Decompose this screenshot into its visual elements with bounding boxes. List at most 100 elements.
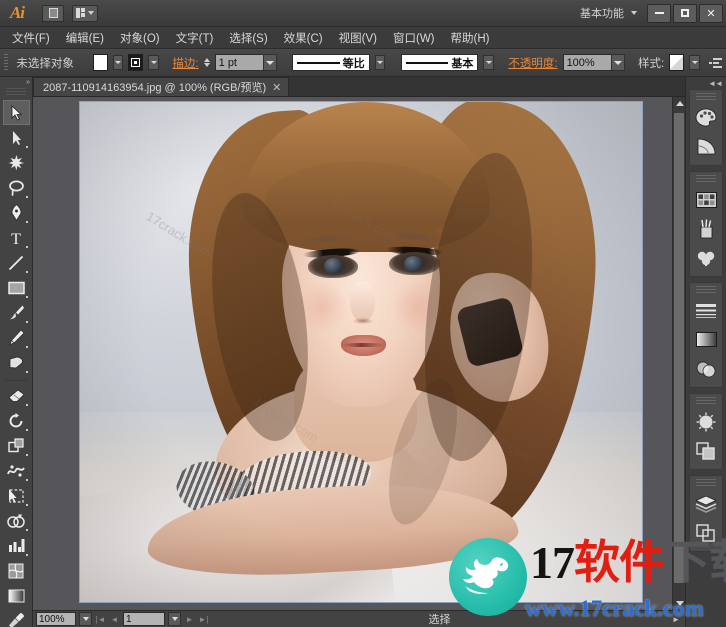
panel-group-grip[interactable] <box>696 93 716 100</box>
opacity-label[interactable]: 不透明度: <box>508 55 557 71</box>
chevron-down-icon[interactable] <box>610 54 625 71</box>
dock-expand-button[interactable]: ◄◄ <box>686 77 726 89</box>
menu-edit[interactable]: 编辑(E) <box>58 28 112 48</box>
blob-brush-tool[interactable] <box>3 350 30 375</box>
pencil-tool[interactable] <box>3 325 30 350</box>
brush-definition-preview[interactable]: 基本 <box>400 54 479 71</box>
rotate-tool[interactable] <box>3 408 30 433</box>
lasso-tool[interactable] <box>3 175 30 200</box>
color-guide-panel-icon[interactable] <box>692 133 721 160</box>
stroke-weight-stepper[interactable] <box>203 58 210 67</box>
width-warp-tool[interactable] <box>3 458 30 483</box>
pen-tool[interactable] <box>3 200 30 225</box>
transparency-panel-icon[interactable] <box>692 355 721 382</box>
panel-group-grip[interactable] <box>696 286 716 293</box>
tools-collapse-button[interactable]: » <box>0 77 32 88</box>
align-panel-icon[interactable] <box>708 57 722 68</box>
column-graph-tool[interactable] <box>3 533 30 558</box>
brush-definition-label: 基本 <box>451 57 474 70</box>
color-panel-icon[interactable] <box>692 104 721 131</box>
brushes-panel-icon[interactable] <box>692 215 721 242</box>
panel-group-grip[interactable] <box>696 479 716 486</box>
minimize-button[interactable] <box>647 3 671 23</box>
free-transform-tool[interactable] <box>3 483 30 508</box>
graphic-style-swatch[interactable] <box>669 54 685 71</box>
artboards-panel-icon[interactable] <box>692 519 721 546</box>
previous-artboard-button[interactable]: ◄ <box>109 612 120 626</box>
rectangle-tool[interactable] <box>3 275 30 300</box>
last-artboard-button[interactable]: ►| <box>198 612 209 626</box>
appearance-panel-icon[interactable] <box>692 408 721 435</box>
brush-definition-dropdown[interactable] <box>483 55 495 70</box>
menu-object[interactable]: 对象(O) <box>112 28 168 48</box>
opacity-value[interactable]: 100% <box>562 54 611 71</box>
close-button[interactable]: ✕ <box>699 3 723 23</box>
panel-dock: ◄◄ <box>685 77 726 627</box>
close-icon[interactable]: ✕ <box>272 81 281 94</box>
zoom-level-input[interactable]: 100% <box>36 612 76 626</box>
stroke-profile-label: 等比 <box>342 57 365 70</box>
menu-select[interactable]: 选择(S) <box>221 28 275 48</box>
shape-builder-tool[interactable] <box>3 508 30 533</box>
direct-selection-tool[interactable] <box>3 125 30 150</box>
document-tab[interactable]: 2087-110914163954.jpg @ 100% (RGB/预览) ✕ <box>33 77 290 96</box>
stroke-weight-label[interactable]: 描边: <box>172 55 198 71</box>
stroke-panel-icon[interactable] <box>692 297 721 324</box>
status-menu-button[interactable]: ► <box>670 615 682 624</box>
artboard-number-input[interactable]: 1 <box>123 612 165 626</box>
line-segment-tool[interactable] <box>3 250 30 275</box>
panel-group-grip[interactable] <box>696 175 716 182</box>
scrollbar-thumb[interactable] <box>674 113 684 583</box>
canvas-vertical-scrollbar[interactable] <box>672 97 685 610</box>
artboard-dropdown[interactable] <box>168 612 181 626</box>
stroke-dropdown[interactable] <box>148 55 159 70</box>
magic-wand-tool[interactable] <box>3 150 30 175</box>
stroke-weight-value[interactable]: 1 pt <box>214 54 263 71</box>
tools-panel-titlebar[interactable] <box>6 88 26 97</box>
paintbrush-tool[interactable] <box>3 300 30 325</box>
menu-view[interactable]: 视图(V) <box>331 28 385 48</box>
zoom-dropdown[interactable] <box>79 612 92 626</box>
stroke-weight-combo[interactable]: 1 pt <box>214 54 277 71</box>
eraser-tool[interactable] <box>3 383 30 408</box>
menu-window[interactable]: 窗口(W) <box>385 28 443 48</box>
stroke-profile-dropdown[interactable] <box>374 55 386 70</box>
menu-type[interactable]: 文字(T) <box>168 28 222 48</box>
graphic-style-dropdown[interactable] <box>689 55 700 70</box>
menu-effect[interactable]: 效果(C) <box>276 28 331 48</box>
opacity-combo[interactable]: 100% <box>562 54 625 71</box>
mesh-tool[interactable] <box>3 558 30 583</box>
go-to-bridge-button[interactable] <box>42 4 64 22</box>
scale-tool[interactable] <box>3 433 30 458</box>
panel-group-grip[interactable] <box>696 397 716 404</box>
maximize-button[interactable] <box>673 3 697 23</box>
menu-help[interactable]: 帮助(H) <box>443 28 498 48</box>
selection-tool[interactable] <box>2 100 30 125</box>
swatches-panel-icon[interactable] <box>692 186 721 213</box>
gradient-panel-icon[interactable] <box>692 326 721 353</box>
stroke-color-swatch[interactable] <box>128 54 144 71</box>
fill-color-swatch[interactable] <box>92 54 108 71</box>
stroke-profile-preview[interactable]: 等比 <box>291 54 370 71</box>
eyedropper-tool[interactable] <box>3 608 30 627</box>
workspace-switcher[interactable]: 基本功能 <box>580 5 637 21</box>
brush-definition-line-icon <box>405 61 449 64</box>
close-icon: ✕ <box>706 7 716 20</box>
tools-panel: » T <box>0 77 33 627</box>
placed-image[interactable]: 17crack.com 17crack.com 17crack.com 17cr… <box>80 102 642 602</box>
next-artboard-button[interactable]: ► <box>184 612 195 626</box>
control-bar-grip[interactable] <box>4 53 9 72</box>
pathfinder-panel-icon[interactable] <box>692 437 721 464</box>
type-tool[interactable]: T <box>3 225 30 250</box>
canvas-area[interactable]: 17crack.com 17crack.com 17crack.com 17cr… <box>33 97 685 610</box>
menu-file[interactable]: 文件(F) <box>4 28 58 48</box>
svg-text:T: T <box>11 231 21 246</box>
fill-dropdown[interactable] <box>112 55 124 70</box>
chevron-down-icon[interactable] <box>262 54 277 71</box>
layers-panel-icon[interactable] <box>692 490 721 517</box>
arrange-documents-button[interactable] <box>72 4 98 22</box>
gradient-tool[interactable] <box>3 583 30 608</box>
artboard[interactable]: 17crack.com 17crack.com 17crack.com 17cr… <box>80 102 642 602</box>
symbols-panel-icon[interactable] <box>692 244 721 271</box>
first-artboard-button[interactable]: |◄ <box>95 612 106 626</box>
